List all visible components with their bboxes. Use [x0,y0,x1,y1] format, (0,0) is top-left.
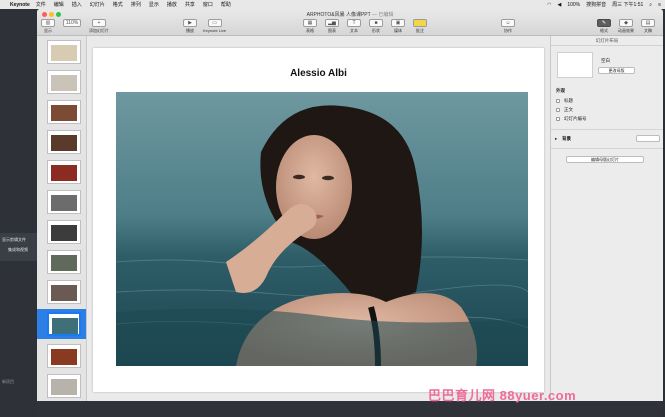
search-icon[interactable]: ⌕ [649,2,652,8]
view-icon: ▥ [41,19,55,27]
desktop-text-3: 新项目 [2,379,14,384]
play-icon: ▶ [183,19,197,27]
animate-button[interactable]: ◆ 动画效果 [618,19,634,34]
table-button[interactable]: ▦ 表格 [303,19,317,34]
volume-icon[interactable]: ◀ [557,2,561,8]
format-inspector: 幻灯片布局 空白 更改母版 外观 标题 正文 幻灯片编号 ▸ 背景 编辑母版幻灯… [550,36,663,401]
collaborate-button[interactable]: ☺ 协作 [501,19,515,34]
appearance-heading: 外观 [556,88,565,93]
layout-preview[interactable] [557,52,593,78]
notification-icon[interactable]: ≡ [658,2,661,8]
comment-icon [413,19,427,27]
slide-thumbnail[interactable] [47,160,81,184]
title-bar: ARPHOTO&风暴 人像课PPT — 已编辑 ▥ 显示 110% + 添加幻灯… [37,9,663,36]
change-master-button[interactable]: 更改母版 [598,67,635,74]
comment-button[interactable]: 批注 [413,19,427,34]
shape-button[interactable]: ■ 形状 [369,19,383,34]
add-slide-button[interactable]: + 添加幻灯片 [89,19,109,34]
document-button[interactable]: ▤ 文稿 [641,19,655,34]
keynote-live-icon: ▭ [207,19,222,27]
zoom-value: 110% [63,19,81,27]
menu-format[interactable]: 格式 [113,1,123,8]
text-button[interactable]: T 文本 [347,19,361,34]
media-button[interactable]: ▣ 媒体 [391,19,405,34]
portrait-illustration [116,92,528,366]
slide-number-option-label: 幻灯片编号 [564,116,587,121]
desktop-text-1: 显示剪辑文件 [2,237,26,242]
app-menu[interactable]: Keynote [10,2,30,8]
slide-thumbnail[interactable] [47,344,81,368]
slide-thumbnail[interactable] [47,40,81,64]
menu-share[interactable]: 共享 [185,1,195,8]
input-method[interactable]: 搜狗拼音 [586,1,606,8]
menu-window[interactable]: 窗口 [203,1,213,8]
menu-edit[interactable]: 编辑 [54,1,64,8]
slide-thumbnail-selected[interactable] [47,312,81,336]
chart-button[interactable]: ▂▅ 图表 [325,19,339,34]
menu-help[interactable]: 帮助 [221,1,231,8]
watermark-text: 巴巴育儿网 88yuer.com [428,388,577,403]
slide-thumbnail[interactable] [47,70,81,94]
body-checkbox[interactable] [556,108,560,112]
body-option-label: 正文 [564,107,573,112]
format-button[interactable]: ✎ 格式 [597,19,611,34]
slide-thumbnail[interactable] [47,250,81,274]
current-slide[interactable]: Alessio Albi [93,48,544,392]
slide-canvas[interactable]: Alessio Albi [88,36,550,401]
menu-arrange[interactable]: 排列 [131,1,141,8]
clock[interactable]: 周三 下午1:51 [612,1,643,8]
slide-thumbnail[interactable] [47,130,81,154]
portrait-photo[interactable] [116,92,528,366]
slide-thumbnail[interactable] [47,374,81,398]
animate-icon: ◆ [619,19,633,27]
chart-icon: ▂▅ [325,19,339,27]
text-icon: T [347,19,361,27]
menu-insert[interactable]: 插入 [72,1,82,8]
title-checkbox[interactable] [556,99,560,103]
menu-play[interactable]: 播放 [167,1,177,8]
add-slide-icon: + [92,19,106,27]
window-title: ARPHOTO&风暴 人像课PPT — 已编辑 [306,12,394,18]
slide-thumbnail[interactable] [47,280,81,304]
slide-thumbnail[interactable] [47,190,81,214]
shape-icon: ■ [369,19,383,27]
keynote-live-button[interactable]: ▭ Keynote Live [203,19,226,34]
background-color-well[interactable] [636,135,660,142]
menu-file[interactable]: 文件 [36,1,46,8]
status-area: ◠ ◀ 100% 搜狗拼音 周三 下午1:51 ⌕ ≡ [547,0,661,9]
table-icon: ▦ [303,19,317,27]
edit-master-slide-button[interactable]: 编辑母版幻灯片 [566,156,644,163]
format-icon: ✎ [597,19,611,27]
slide-title[interactable]: Alessio Albi [93,68,544,79]
background-disclosure-icon[interactable]: ▸ [555,136,557,142]
media-icon: ▣ [391,19,405,27]
slide-thumbnail[interactable] [47,100,81,124]
collaborate-icon: ☺ [501,19,515,27]
keynote-window: ARPHOTO&风暴 人像课PPT — 已编辑 ▥ 显示 110% + 添加幻灯… [37,9,663,401]
layout-name: 空白 [601,58,610,63]
slide-thumbnail[interactable] [47,220,81,244]
title-option-label: 标题 [564,98,573,103]
view-button[interactable]: ▥ 显示 [41,19,55,34]
slide-number-checkbox[interactable] [556,117,560,121]
menu-slide[interactable]: 幻灯片 [90,1,105,8]
inspector-header: 幻灯片布局 [551,36,663,46]
desktop-text-2: 集成和视频 [8,247,28,252]
battery-label[interactable]: 100% [567,2,580,8]
divider [551,129,663,130]
macos-menu-bar: Keynote 文件 编辑 插入 幻灯片 格式 排列 显示 播放 共享 窗口 帮… [0,0,665,9]
background-heading[interactable]: 背景 [562,136,571,142]
wifi-icon[interactable]: ◠ [547,2,551,8]
desktop-left: 显示剪辑文件 集成和视频 新项目 [0,9,37,417]
zoom-button[interactable]: 110% [63,19,81,34]
document-icon: ▤ [641,19,655,27]
play-button[interactable]: ▶ 播放 [183,19,197,34]
divider [551,148,663,149]
slide-navigator[interactable] [37,36,87,401]
menu-view[interactable]: 显示 [149,1,159,8]
